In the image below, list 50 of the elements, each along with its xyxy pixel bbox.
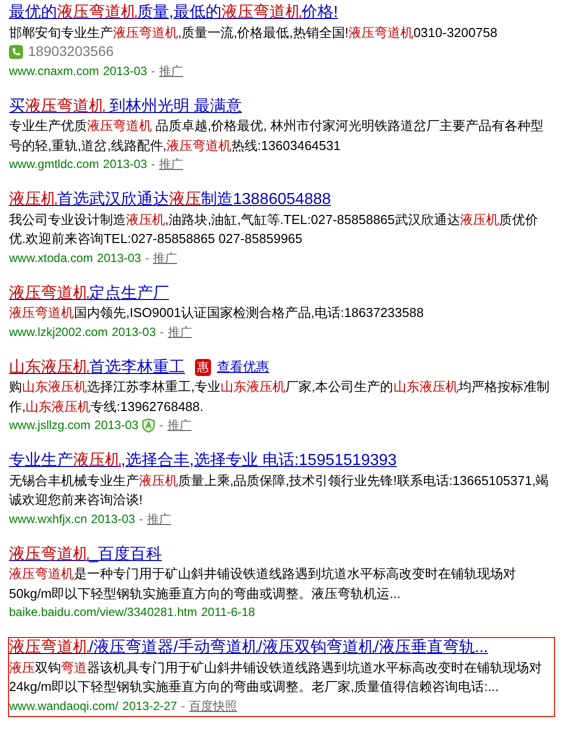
discount-badge: 惠	[195, 358, 211, 376]
result-url: www.xtoda.com	[9, 250, 94, 266]
separator-dash: -	[159, 417, 164, 434]
result-date: 2013-03	[94, 417, 138, 434]
result-url: www.wandaoqi.com/	[9, 698, 118, 714]
result-date: 2013-03	[91, 510, 136, 528]
result-url: www.wxhfjx.cn	[9, 510, 88, 528]
promo-link[interactable]: 推广	[153, 248, 178, 268]
separator-dash: -	[145, 250, 150, 266]
offer-link[interactable]: 查看优惠	[217, 358, 269, 376]
promo-link[interactable]: 推广	[167, 416, 192, 435]
result-description: 购山东液压机选择江苏李林重工,专业山东液压机厂家,本公司生产的山东液压机均严格按标准制作,山东液压机专线:13962768488.	[9, 378, 550, 416]
result-date: 2013-03	[103, 156, 148, 173]
phone-number: 18903203566	[28, 42, 114, 61]
result-date: 2013-03	[103, 62, 148, 80]
result-title-link[interactable]: 液压弯道机定点生产厂	[9, 284, 169, 303]
result-date: 2013-03	[112, 324, 156, 340]
promo-link[interactable]: 推广	[159, 155, 184, 174]
result-url: baike.baidu.com/view/3340281.htm	[9, 604, 198, 621]
separator-dash: -	[181, 698, 186, 714]
phone-icon	[9, 44, 23, 59]
result-title-link[interactable]: 最优的液压弯道机质量,最低的液压弯道机价格!	[9, 3, 338, 22]
result-url: www.gmtldc.com	[9, 156, 100, 173]
promo-link[interactable]: 推广	[168, 322, 192, 342]
result-date: 2013-03	[97, 250, 142, 266]
result-title-link[interactable]: 液压机首选武汉欣通达液压制造13886054888	[9, 190, 331, 210]
result-description: 我公司专业设计制造液压机,油路块,油缸,气缸等.TEL:027-85858865武汉欣通达液压机质优价优.欢迎前来咨询TEL:027-85858865 027-85859965	[9, 210, 539, 248]
result-url: www.lzkj2002.com	[9, 324, 108, 340]
result-title-link[interactable]: 液压弯道机/液压弯道器/手动弯道机/液压双钩弯道机/液压垂直弯轨...	[9, 638, 488, 658]
result-description: 液压弯道机国内领先,ISO9001认证国家检测合格产品,电话:18637233588	[9, 304, 425, 322]
result-date: 2013-2-27	[122, 698, 178, 714]
promo-link[interactable]: 推广	[147, 510, 172, 528]
result-url: www.jsllzg.com	[9, 417, 90, 434]
result-description: 邯郸安旬专业生产液压弯道机,质量一流,价格最低,热销全国!液压弯道机0310-3200758	[9, 24, 498, 42]
result-title-link[interactable]: 液压弯道机_百度百科	[9, 544, 162, 564]
separator-dash: -	[151, 62, 156, 80]
promo-link[interactable]: 推广	[159, 62, 184, 80]
separator-dash: -	[139, 510, 144, 528]
result-description: 专业生产优质液压弯道机 品质卓越,价格最优, 林州市付家河光明铁路道岔厂主要产品有各种型号的轻,重轨,道岔,线路配件,液压弯道机热线:13603464531	[9, 117, 544, 154]
separator-dash: -	[151, 156, 156, 173]
result-url: www.cnaxm.com	[9, 62, 100, 80]
result-date: 2011-6-18	[201, 604, 255, 621]
separator-dash: -	[160, 324, 164, 340]
promo-link[interactable]: 百度快照	[189, 696, 238, 716]
result-description: 无锡合丰机械专业生产液压机质量上乘,品质保障,技术引领行业先锋!联系电话:13665105371,竭诚欢迎您前来咨询洽谈!	[9, 472, 550, 509]
result-title-link[interactable]: 买液压弯道机 到林州光明 最满意	[9, 96, 242, 116]
result-description: 液压双钩弯道器该机具专门用于矿山斜井铺设铁道线路遇到坑道水平标高改变时在铺轨现场对24kg/m即以下轻型钢轨实施垂直方向的弯曲或调整。老厂家,质量值得信赖咨询电话:...	[9, 658, 543, 696]
result-description: 液压弯道机是一种专门用于矿山斜井铺设铁道线路遇到坑道水平标高改变时在铺轨现场对50kg/m即以下轻型钢轨实施垂直方向的弯曲或调整。液压弯轨机运...	[9, 565, 517, 603]
result-title-link[interactable]: 山东液压机首选李林重工	[9, 358, 185, 377]
result-title-link[interactable]: 专业生产液压机,选择合丰,选择专业 电话:15951519393	[9, 451, 397, 470]
